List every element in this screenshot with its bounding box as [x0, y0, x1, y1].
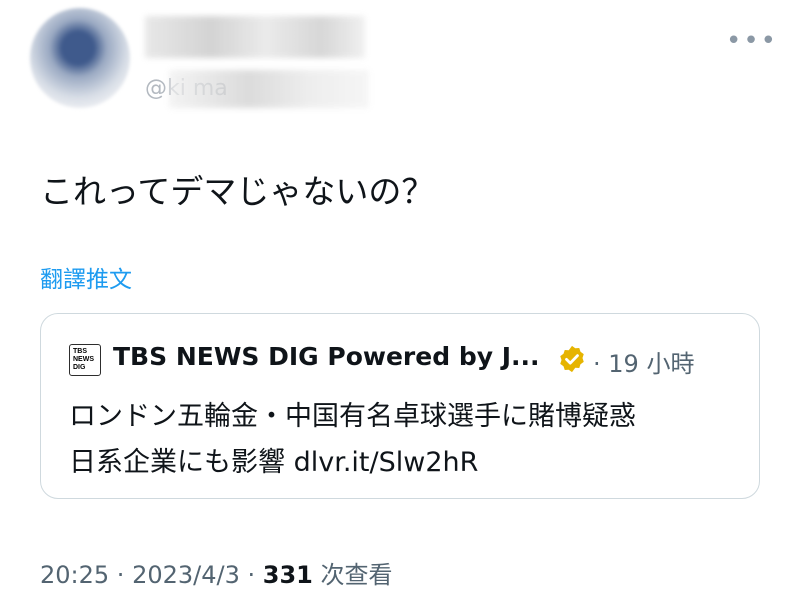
- quoted-timestamp[interactable]: · 19 小時: [593, 344, 694, 379]
- tbs-news-dig-logo: TBS NEWS DIG: [69, 344, 101, 376]
- quoted-text-line-2: 日系企業にも影響 dlvr.it/Slw2hR: [69, 447, 479, 478]
- avatar[interactable]: [30, 8, 130, 108]
- tweet-meta: 20:25 · 2023/4/3 · 331 次查看: [40, 555, 393, 590]
- quoted-separator: ·: [593, 350, 601, 378]
- handle[interactable]: @ki ma: [145, 70, 375, 110]
- views-count: 331: [262, 561, 313, 589]
- logo-line-3: DIG: [73, 364, 86, 371]
- logo-line-1: TBS: [73, 348, 87, 355]
- views-label: 次查看: [320, 561, 393, 589]
- handle-redaction: [169, 70, 369, 108]
- logo-line-2: NEWS: [73, 356, 94, 363]
- meta-separator-2: ·: [239, 561, 263, 589]
- verified-badge-icon: [560, 345, 584, 373]
- more-horizontal-icon: •••: [726, 26, 779, 56]
- meta-separator-1: ·: [109, 561, 133, 589]
- tweet-time[interactable]: 20:25: [40, 561, 109, 589]
- quoted-time-text: 19 小時: [608, 350, 695, 378]
- quoted-text-line-1: ロンドン五輪金・中国有名卓球選手に賭博疑惑: [69, 401, 636, 432]
- display-name-redacted[interactable]: [145, 16, 365, 58]
- more-options-button[interactable]: •••: [726, 28, 778, 54]
- translate-tweet-link[interactable]: 翻譯推文: [40, 260, 132, 294]
- quoted-source-name[interactable]: TBS NEWS DIG Powered by J...: [113, 342, 540, 371]
- quoted-tweet-card[interactable]: TBS NEWS DIG TBS NEWS DIG Powered by J..…: [40, 313, 760, 499]
- tweet-text: これってデマじゃないの？: [40, 172, 435, 211]
- tweet-date[interactable]: 2023/4/3: [132, 561, 240, 589]
